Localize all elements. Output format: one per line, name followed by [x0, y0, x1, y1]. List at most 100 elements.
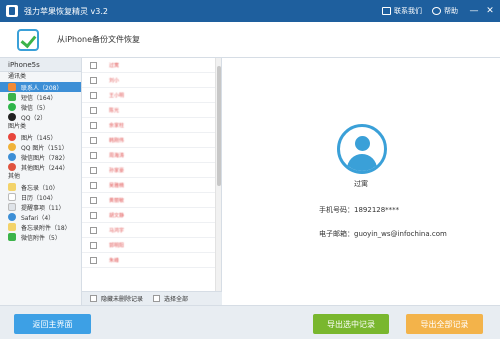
category-sidebar: iPhone5s 通讯类 联系人（208） 短信（164） 微信（5） QQ（2… — [0, 58, 82, 305]
list-item[interactable]: 余家柱 — [82, 118, 216, 133]
minimize-button[interactable]: — — [468, 5, 480, 17]
sidebar-item-reminders[interactable]: 提醒事项（11） — [0, 202, 81, 212]
list-item[interactable]: 郭明阳 — [82, 238, 216, 253]
phone-label: 手机号码： — [319, 206, 354, 214]
export-selected-button[interactable]: 导出选中记录 — [313, 314, 389, 334]
phone-value: 1892128**** — [354, 206, 400, 214]
reminders-icon — [8, 203, 16, 211]
backup-restore-icon — [17, 28, 39, 51]
sidebar-item-label: QQ 图片（151） — [21, 144, 68, 152]
sidebar-item-label: 备忘录附件（18） — [21, 224, 71, 232]
sidebar-item-sms[interactable]: 短信（164） — [0, 92, 81, 102]
sidebar-item-label: 图片（145） — [21, 134, 57, 142]
list-item[interactable]: 陈光 — [82, 103, 216, 118]
list-item[interactable]: 周海涛 — [82, 148, 216, 163]
sidebar-item-calendar[interactable]: 日历（104） — [0, 192, 81, 202]
app-logo-icon — [6, 5, 18, 17]
hide-undeleted-checkbox[interactable] — [90, 295, 97, 302]
list-item[interactable]: 韩刚伟 — [82, 133, 216, 148]
notes-icon — [8, 183, 16, 191]
row-checkbox[interactable] — [90, 121, 97, 129]
sidebar-item-label: 微信（5） — [21, 104, 49, 112]
help-link[interactable]: 帮助 — [432, 6, 458, 16]
row-checkbox[interactable] — [90, 196, 97, 204]
sidebar-item-label: 联系人（208） — [21, 84, 63, 92]
category-group-communication: 通讯类 — [8, 73, 27, 80]
back-to-main-button[interactable]: 返回主界面 — [14, 314, 91, 334]
notes-attachments-icon — [8, 223, 16, 231]
row-checkbox[interactable] — [90, 76, 97, 84]
contact-name: 余家柱 — [109, 122, 125, 129]
title-bar: 强力苹果恢复精灵 v3.2 联系我们 帮助 — ✕ — [0, 0, 500, 22]
row-checkbox[interactable] — [90, 151, 97, 159]
other-photos-icon — [8, 163, 16, 171]
avatar — [337, 124, 387, 174]
qq-icon — [8, 113, 16, 121]
contact-name: 郭明阳 — [109, 242, 125, 249]
sidebar-item-contacts[interactable]: 联系人（208） — [0, 82, 81, 92]
mode-header: 从iPhone备份文件恢复 — [0, 22, 500, 58]
sidebar-item-photos[interactable]: 图片（145） — [0, 132, 81, 142]
list-item[interactable]: 孙家豪 — [82, 163, 216, 178]
sidebar-item-qq-photos[interactable]: QQ 图片（151） — [0, 142, 81, 152]
sidebar-item-notes-attachments[interactable]: 备忘录附件（18） — [0, 222, 81, 232]
email-label: 电子邮箱： — [319, 230, 354, 238]
contact-name: 胡文静 — [109, 212, 125, 219]
scroll-thumb[interactable] — [217, 66, 221, 186]
titlebar-controls: 联系我们 帮助 — ✕ — [382, 0, 500, 22]
list-item[interactable]: 胡文静 — [82, 208, 216, 223]
contact-us-link[interactable]: 联系我们 — [382, 6, 422, 16]
sidebar-item-wechat-photos[interactable]: 微信图片（782） — [0, 152, 81, 162]
email-field: 电子邮箱：guoyin_ws@infochina.com — [319, 229, 447, 239]
contact-name: 朱峰 — [109, 257, 120, 264]
category-group-images: 图片类 — [8, 123, 27, 130]
export-all-button[interactable]: 导出全部记录 — [406, 314, 483, 334]
person-icon — [355, 136, 370, 151]
row-checkbox[interactable] — [90, 226, 97, 234]
sidebar-item-label: Safari（4） — [21, 214, 55, 222]
close-button[interactable]: ✕ — [484, 5, 496, 17]
action-footer: 返回主界面 导出选中记录 导出全部记录 — [0, 305, 500, 339]
contact-detail-panel: 过寓 手机号码：1892128**** 电子邮箱：guoyin_ws@infoc… — [222, 58, 500, 305]
list-item[interactable]: 过寓 — [82, 58, 216, 73]
help-icon — [432, 7, 441, 15]
row-checkbox[interactable] — [90, 181, 97, 189]
sms-icon — [8, 93, 16, 101]
sidebar-item-label: 短信（164） — [21, 94, 57, 102]
contact-list: 过寓 刘小 王小明 陈光 余家柱 韩刚伟 周海涛 孙家豪 吴雅楠 黄丽敏 胡文静… — [82, 58, 222, 305]
row-checkbox[interactable] — [90, 256, 97, 264]
help-label: 帮助 — [444, 7, 458, 15]
list-item[interactable]: 王小明 — [82, 88, 216, 103]
category-group-other: 其他 — [8, 173, 21, 180]
row-checkbox[interactable] — [90, 106, 97, 114]
sidebar-item-notes[interactable]: 备忘录（10） — [0, 182, 81, 192]
contacts-icon — [8, 83, 16, 91]
row-checkbox[interactable] — [90, 61, 97, 69]
row-checkbox[interactable] — [90, 211, 97, 219]
qq-photos-icon — [8, 143, 16, 151]
sidebar-item-other-photos[interactable]: 其他图片（244） — [0, 162, 81, 172]
row-checkbox[interactable] — [90, 136, 97, 144]
list-item[interactable]: 刘小 — [82, 73, 216, 88]
sidebar-item-safari[interactable]: Safari（4） — [0, 212, 81, 222]
list-item[interactable]: 马鸿宇 — [82, 223, 216, 238]
sidebar-item-qq[interactable]: QQ（2） — [0, 112, 81, 122]
row-checkbox[interactable] — [90, 166, 97, 174]
row-checkbox[interactable] — [90, 241, 97, 249]
list-item[interactable]: 朱峰 — [82, 253, 216, 268]
row-checkbox[interactable] — [90, 91, 97, 99]
contact-name: 马鸿宇 — [109, 227, 125, 234]
list-item[interactable]: 吴雅楠 — [82, 178, 216, 193]
contact-us-label: 联系我们 — [394, 7, 422, 15]
list-item[interactable]: 黄丽敏 — [82, 193, 216, 208]
contact-name: 过寓 — [109, 62, 120, 69]
contact-name: 黄丽敏 — [109, 197, 125, 204]
select-all-checkbox[interactable] — [153, 295, 161, 302]
sidebar-item-wechat-attachments[interactable]: 微信附件（5） — [0, 232, 81, 242]
contact-name: 周海涛 — [109, 152, 125, 159]
sidebar-item-label: 微信附件（5） — [21, 234, 61, 242]
contact-rows: 过寓 刘小 王小明 陈光 余家柱 韩刚伟 周海涛 孙家豪 吴雅楠 黄丽敏 胡文静… — [82, 58, 216, 291]
list-scrollbar[interactable] — [215, 58, 221, 291]
sidebar-item-wechat[interactable]: 微信（5） — [0, 102, 81, 112]
contact-name-display: 过寓 — [354, 180, 368, 188]
